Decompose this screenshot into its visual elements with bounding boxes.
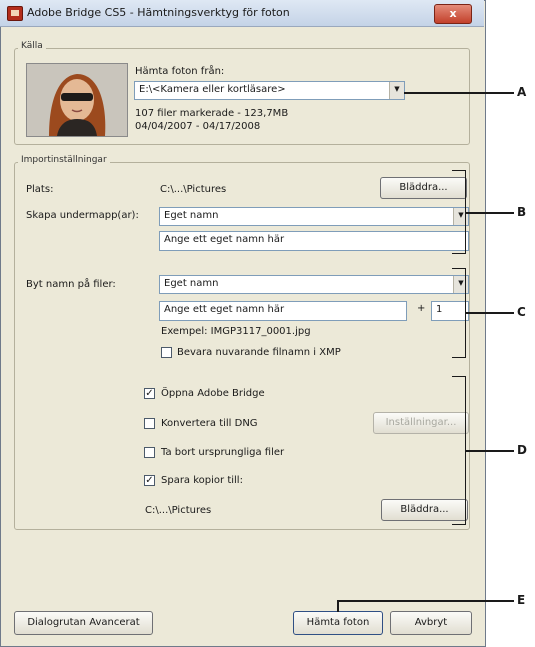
source-device-value: E:\<Kamera eller kortläsare> <box>139 84 286 95</box>
callout-e-drop <box>337 600 339 612</box>
import-settings-legend: Importinställningar <box>18 155 110 165</box>
subfolder-label: Skapa undermapp(ar): <box>26 210 139 221</box>
callout-a-line <box>404 92 514 94</box>
close-button[interactable]: x <box>434 4 472 24</box>
window-title: Adobe Bridge CS5 - Hämtningsverktyg för … <box>27 6 290 19</box>
convert-dng-label: Konvertera till DNG <box>161 418 258 429</box>
callout-d-line <box>466 450 514 452</box>
save-copies-label: Spara kopior till: <box>161 475 243 486</box>
get-photos-from-label: Hämta foton från: <box>135 66 225 77</box>
selection-summary: 107 filer markerade - 123,7MB <box>135 108 289 119</box>
callout-d: D <box>517 443 527 457</box>
callout-d-bracket <box>452 376 466 525</box>
rename-select[interactable]: Eget namn ▼ <box>159 275 469 294</box>
rename-name-input[interactable]: Ange ett eget namn här <box>159 301 407 321</box>
rename-label: Byt namn på filer: <box>26 279 116 290</box>
callout-e-line <box>337 600 514 602</box>
callout-c-bracket <box>452 268 466 358</box>
callout-b-bracket <box>452 170 466 254</box>
callout-b: B <box>517 205 527 219</box>
convert-dng-checkbox[interactable] <box>144 418 155 429</box>
source-legend: Källa <box>18 41 46 51</box>
cancel-button[interactable]: Avbryt <box>390 611 472 635</box>
callout-b-line <box>466 212 514 214</box>
chevron-down-icon: ▼ <box>389 82 404 99</box>
advanced-dialog-button[interactable]: Dialogrutan Avancerat <box>14 611 153 635</box>
bridge-app-icon <box>7 6 23 21</box>
location-path: C:\...\Pictures <box>160 184 227 195</box>
callout-c-line <box>466 312 514 314</box>
preserve-filename-label: Bevara nuvarande filnamn i XMP <box>177 347 341 358</box>
subfolder-value: Eget namn <box>164 210 219 221</box>
callout-c: C <box>517 305 526 319</box>
date-range: 04/04/2007 - 04/17/2008 <box>135 121 261 132</box>
plus-sign: + <box>417 303 426 314</box>
open-bridge-label: Öppna Adobe Bridge <box>161 388 265 399</box>
rename-example: Exempel: IMGP3117_0001.jpg <box>161 326 311 337</box>
delete-originals-label: Ta bort ursprungliga filer <box>161 447 285 458</box>
delete-originals-checkbox[interactable] <box>144 447 155 458</box>
subfolder-name-input[interactable]: Ange ett eget namn här <box>159 231 469 251</box>
preserve-filename-checkbox[interactable] <box>161 347 172 358</box>
callout-a: A <box>517 85 527 99</box>
camera-preview-image <box>26 63 128 137</box>
copies-path: C:\...\Pictures <box>145 505 212 516</box>
subfolder-select[interactable]: Eget namn ▼ <box>159 207 469 226</box>
location-label: Plats: <box>26 184 54 195</box>
open-bridge-checkbox[interactable]: ✓ <box>144 388 155 399</box>
source-device-select[interactable]: E:\<Kamera eller kortläsare> ▼ <box>134 81 405 100</box>
save-copies-checkbox[interactable]: ✓ <box>144 475 155 486</box>
get-photos-button[interactable]: Hämta foton <box>293 611 383 635</box>
rename-value: Eget namn <box>164 278 219 289</box>
callout-e: E <box>517 593 526 607</box>
